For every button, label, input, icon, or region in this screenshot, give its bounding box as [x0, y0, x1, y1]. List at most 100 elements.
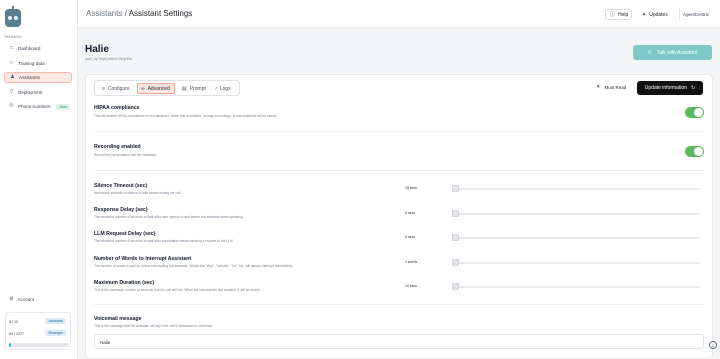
assistant-id: asst_tqTXhjfQeHftJGWxjHHu: [85, 57, 133, 61]
talk-button-label: Talk with Assistant: [656, 49, 698, 56]
max-duration-value: 10 secs: [405, 284, 418, 288]
assistants-usage-count: 6 / 10: [9, 320, 18, 324]
talk-with-assistant-button[interactable]: ✆ Talk with Assistant: [633, 45, 712, 60]
messages-usage-count: 83 / 2377: [9, 332, 24, 336]
must-read-link[interactable]: ☀ Must Read: [596, 84, 626, 90]
sidebar-item-deployment[interactable]: ▽ Deployment: [4, 87, 72, 98]
tab-label: Configure: [107, 85, 130, 92]
top-bar: Assistants / Assistant Settings ⓘ Help ✦…: [78, 0, 720, 28]
llm-request-delay-slider[interactable]: [452, 234, 700, 241]
tab-label: Logs: [219, 85, 231, 92]
silence-timeout-label: Silence Timeout (sec): [94, 183, 148, 189]
slider-thumb[interactable]: [452, 283, 459, 290]
sidebar-item-label: Phone numbers: [18, 104, 51, 109]
voicemail-description: This is the message that the assistant w…: [94, 324, 213, 328]
filter-icon: ▽: [9, 89, 14, 95]
messages-usage-tag: Messages: [45, 330, 66, 336]
sidebar: MANAGE □ Dashboard ☆ Training data ♟ Ass…: [0, 0, 78, 359]
interrupt-words-description: The number of words to wait for before i…: [94, 264, 294, 268]
response-delay-label: Response Delay (sec): [94, 207, 148, 213]
sparkle-icon: ✦: [642, 11, 647, 18]
gear-icon: ⚙: [9, 296, 14, 302]
hipaa-toggle[interactable]: [685, 107, 704, 118]
update-button-label: Update information: [644, 85, 688, 91]
lightbulb-icon: ☀: [596, 84, 601, 90]
settings-tabs: ≡ Configure ∞ Advanced ▤ Prompt ∕ Logs: [94, 80, 240, 96]
assistants-usage-tag: Assistants: [45, 318, 66, 324]
sidebar-item-label: Training data: [18, 61, 45, 66]
message-square-icon: □: [9, 45, 14, 51]
usage-progress-bar: [9, 343, 69, 347]
soon-badge: Soon: [56, 103, 71, 110]
breadcrumb-separator: /: [124, 9, 127, 18]
divider: [94, 170, 704, 171]
recording-toggle[interactable]: [685, 146, 704, 157]
phone-icon: ✆: [9, 103, 14, 109]
slider-thumb[interactable]: [452, 259, 459, 266]
tab-label: Advanced: [147, 85, 170, 92]
slider-thumb[interactable]: [452, 185, 459, 192]
robot-logo-icon[interactable]: [5, 6, 21, 27]
tab-configure[interactable]: ≡ Configure: [100, 83, 133, 94]
help-button[interactable]: ⓘ Help: [605, 9, 632, 20]
sidebar-item-phone-numbers[interactable]: ✆ Phone numbers Soon: [4, 101, 72, 112]
toggle-knob: [694, 108, 703, 117]
usage-progress-fill: [9, 343, 12, 347]
sidebar-item-label: Assistants: [19, 75, 40, 80]
org-name[interactable]: AgentCentric: [683, 9, 709, 20]
users-icon: ♟: [10, 74, 15, 80]
interrupt-words-label: Number of Words to Interrupt Assistant: [94, 256, 192, 262]
hipaa-description: This will enable HIPAA compliance for th…: [94, 114, 278, 118]
phone-icon: ✆: [647, 49, 652, 56]
help-circle-icon: ⓘ: [610, 12, 616, 18]
sidebar-item-label: Dashboard: [18, 46, 41, 51]
max-duration-label: Maximum Duration (sec): [94, 280, 155, 286]
update-information-button[interactable]: Update information ↻: [637, 81, 703, 95]
chat-help-icon[interactable]: ☺: [709, 341, 717, 349]
sidebar-item-dashboard[interactable]: □ Dashboard: [4, 43, 72, 54]
usage-card: 6 / 10 Assistants 83 / 2377 Messages: [5, 312, 71, 350]
tab-advanced[interactable]: ∞ Advanced: [137, 83, 175, 94]
hipaa-label: HIPAA compliance: [94, 105, 140, 111]
interrupt-words-value: 1 words: [405, 260, 418, 264]
slider-thumb[interactable]: [452, 210, 459, 217]
sidebar-item-assistants[interactable]: ♟ Assistants: [4, 72, 72, 83]
sidebar-item-label: Deployment: [18, 90, 43, 95]
refresh-icon: ↻: [691, 85, 696, 91]
silence-timeout-slider[interactable]: [452, 185, 700, 192]
document-icon: ▤: [182, 85, 187, 92]
tab-label: Prompt: [189, 85, 206, 92]
interrupt-words-slider[interactable]: [452, 259, 700, 266]
llm-request-delay-value: 0 secs: [405, 235, 416, 239]
updates-label: Updates: [649, 11, 668, 18]
max-duration-slider[interactable]: [452, 283, 700, 290]
tab-prompt[interactable]: ▤ Prompt: [181, 83, 209, 94]
silence-timeout-description: How many seconds of silence to wait befo…: [94, 191, 182, 195]
response-delay-description: The minimum number of seconds to wait af…: [94, 215, 244, 219]
llm-request-delay-label: LLM Request Delay (sec): [94, 231, 156, 237]
sidebar-section-label: MANAGE: [5, 35, 22, 39]
advanced-icon: ∞: [141, 85, 145, 92]
slider-thumb[interactable]: [452, 234, 459, 241]
must-read-label: Must Read: [604, 84, 627, 90]
sidebar-item-account[interactable]: ⚙ Account: [4, 294, 72, 304]
llm-request-delay-description: The minimum number of seconds to wait af…: [94, 239, 234, 243]
wrench-icon: ∕: [216, 85, 217, 92]
response-delay-value: 0 secs: [405, 211, 416, 215]
recording-label: Recording enabled: [94, 144, 141, 150]
silence-timeout-value: 10 secs: [405, 186, 418, 190]
sliders-icon: ≡: [102, 85, 105, 92]
account-label: Account: [17, 296, 35, 302]
response-delay-slider[interactable]: [452, 210, 700, 217]
breadcrumb-current: Assistant Settings: [128, 9, 193, 18]
sidebar-item-training-data[interactable]: ☆ Training data: [4, 58, 72, 69]
tab-logs[interactable]: ∕ Logs: [215, 83, 237, 94]
recording-description: Record the conversation with the assista…: [94, 153, 157, 157]
help-label: Help: [618, 11, 629, 18]
assistant-name: Halie: [85, 44, 109, 55]
updates-button[interactable]: ✦ Updates: [638, 9, 675, 20]
voicemail-input[interactable]: Halie: [94, 334, 704, 349]
breadcrumb: Assistants / Assistant Settings: [86, 9, 192, 18]
divider: [94, 131, 704, 132]
breadcrumb-parent[interactable]: Assistants: [86, 9, 122, 18]
